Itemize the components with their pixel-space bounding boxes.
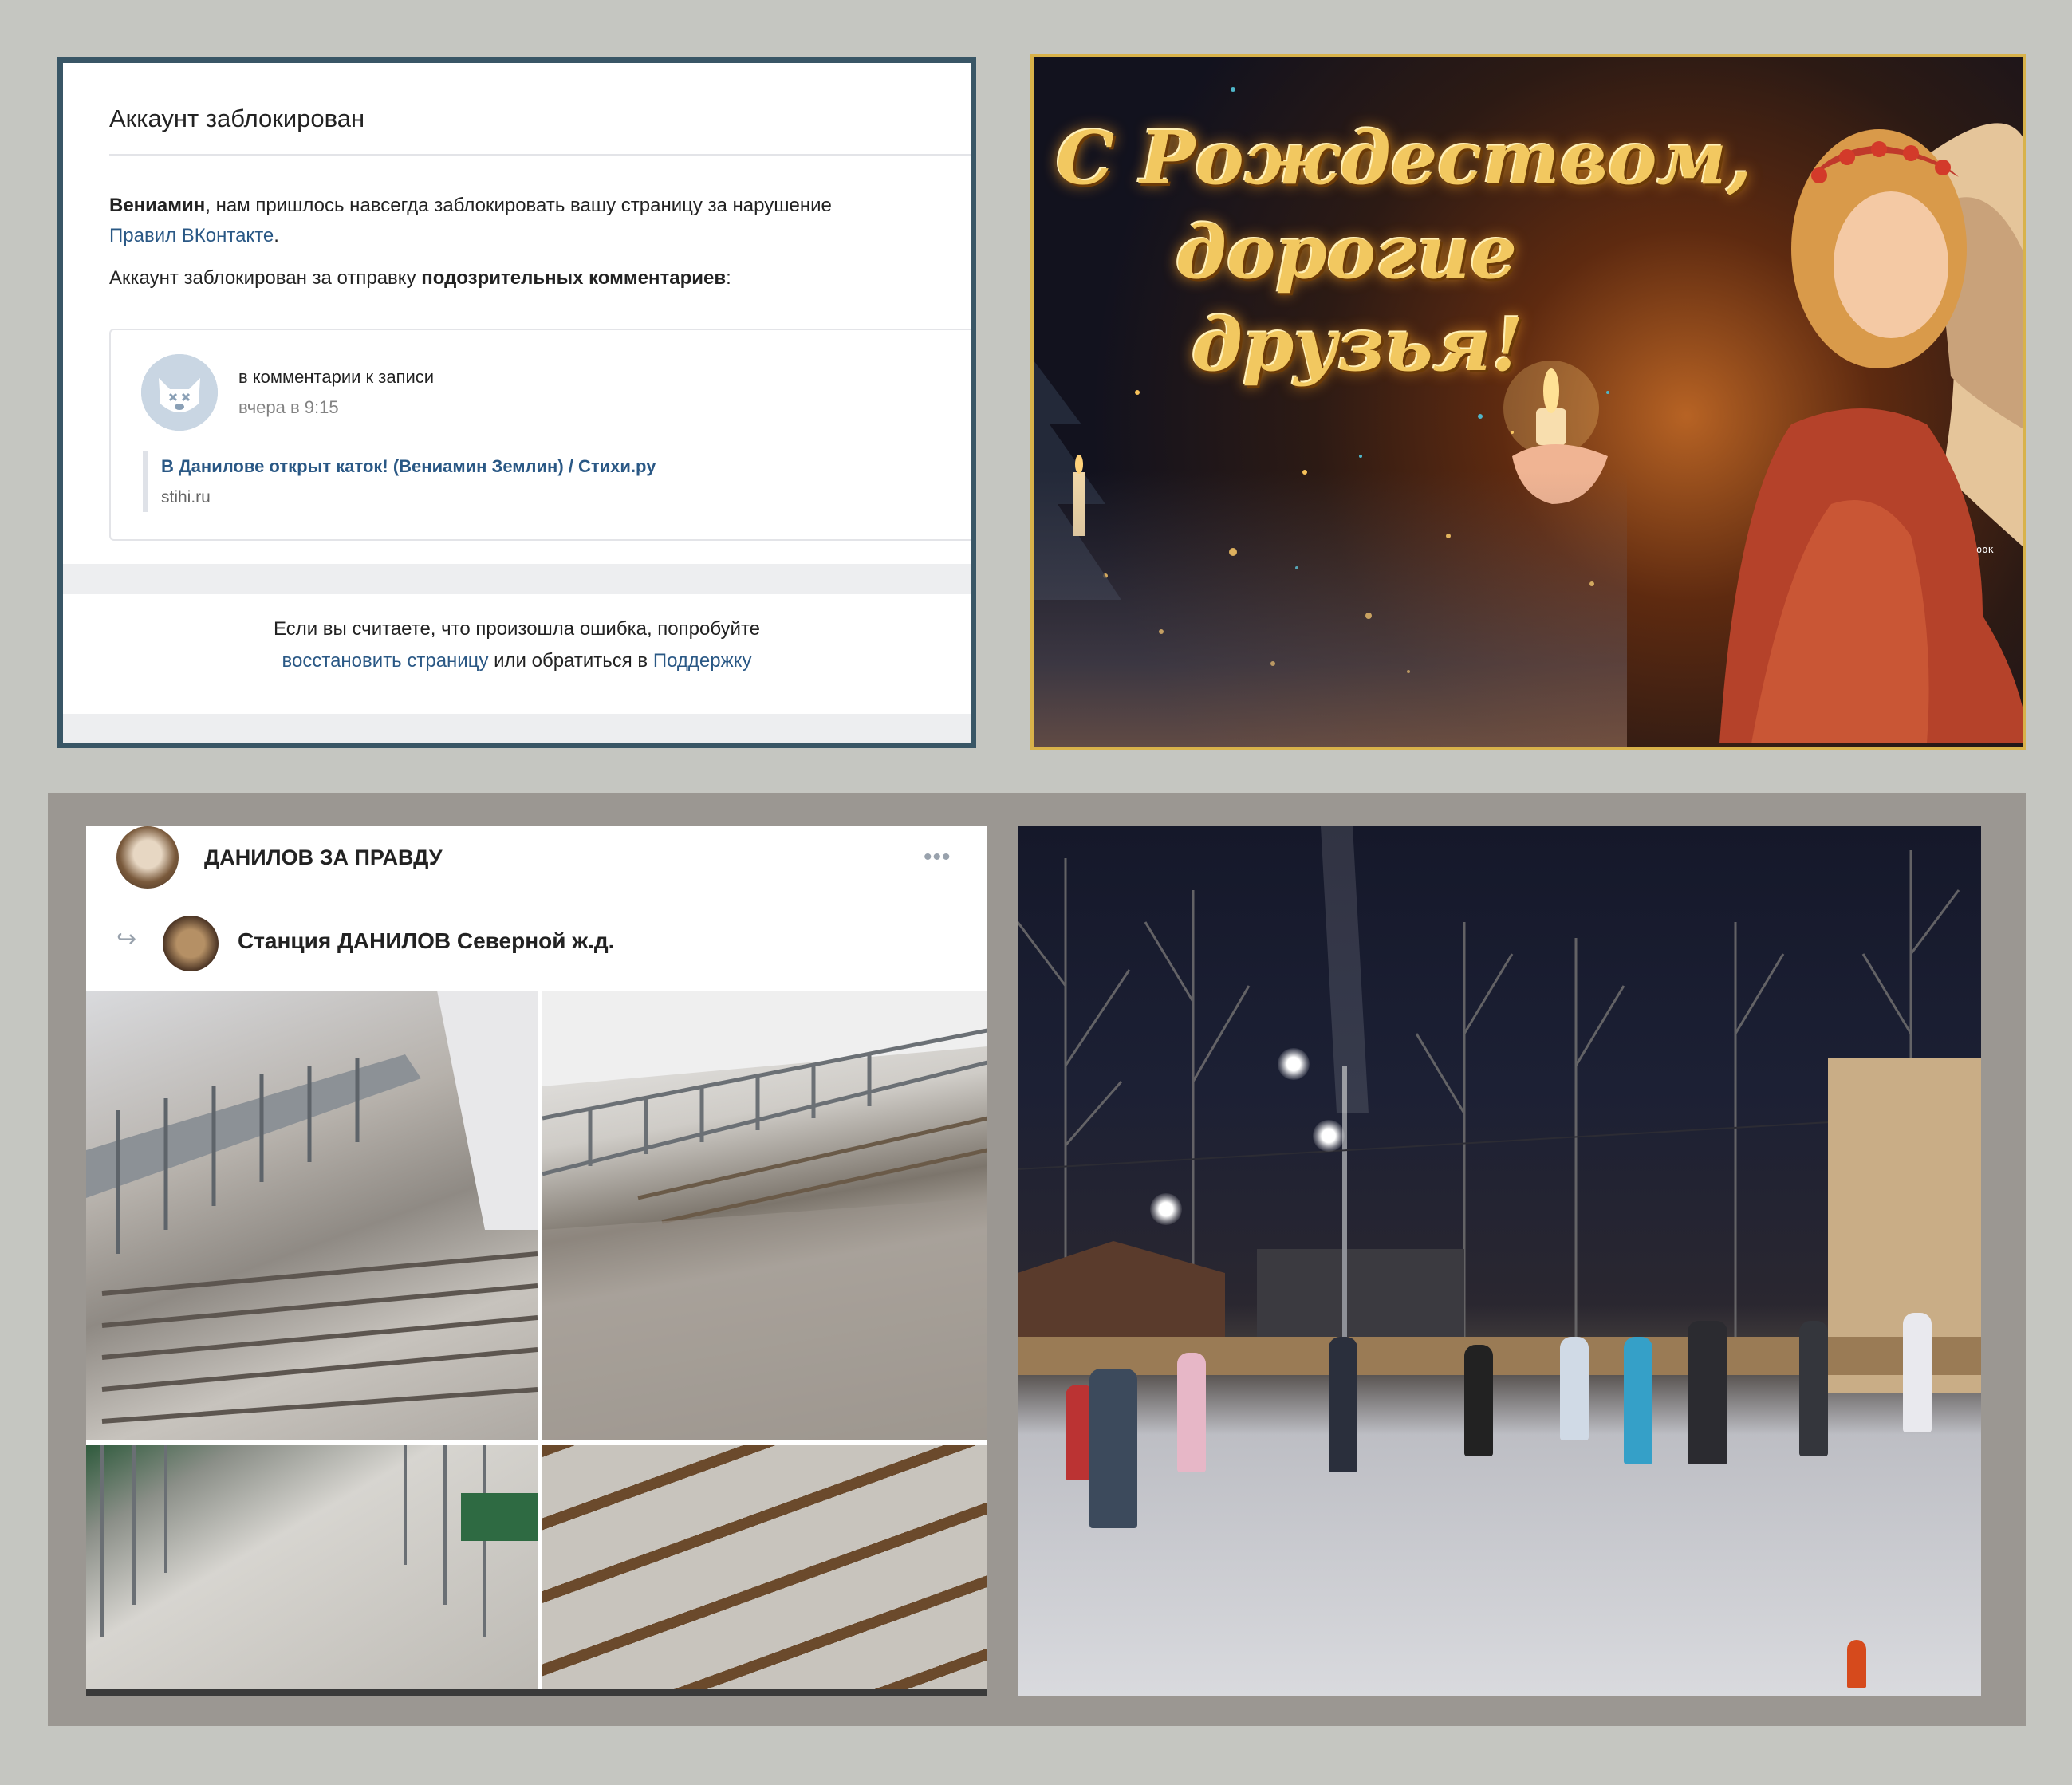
skater — [1624, 1337, 1652, 1464]
vk-post: ДАНИЛОВ ЗА ПРАВДУ ••• ↪ Станция ДАНИЛОВ … — [86, 826, 987, 1696]
post-photo-3[interactable] — [86, 1445, 538, 1689]
avatar[interactable] — [141, 354, 218, 431]
post-photo-1[interactable] — [86, 991, 538, 1440]
post-bottom-bar — [86, 1689, 987, 1696]
page-title: Аккаунт заблокирован — [109, 104, 365, 132]
stairs-railing-photo — [86, 991, 538, 1424]
rink-fence — [1018, 1337, 1981, 1375]
watermark: оок — [1976, 544, 1994, 555]
skater — [1560, 1337, 1589, 1440]
post-photo-4[interactable] — [542, 1445, 987, 1689]
block-reason-prefix: Аккаунт заблокирован за отправку — [109, 267, 422, 289]
footer-actions: восстановить страницу или обратиться в П… — [63, 650, 971, 672]
skater — [1089, 1369, 1137, 1528]
blocked-account-panel: Аккаунт заблокирован Вениамин, нам пришл… — [57, 57, 976, 748]
support-link[interactable]: Поддержку — [653, 650, 752, 672]
skater — [1464, 1345, 1493, 1456]
divider — [109, 154, 971, 156]
group-avatar[interactable] — [116, 826, 179, 889]
bottom-panel: ДАНИЛОВ ЗА ПРАВДУ ••• ↪ Станция ДАНИЛОВ … — [48, 793, 2026, 1726]
period: . — [274, 225, 279, 246]
post-photo-2[interactable] — [542, 991, 987, 1440]
skater — [1799, 1321, 1828, 1456]
post-link[interactable]: В Данилове открыт каток! (Вениамин Земли… — [161, 456, 656, 477]
block-reason-bold: подозрительных комментариев — [421, 267, 727, 289]
snow-ground — [1034, 471, 1627, 747]
christmas-card: С Рождеством, дорогие друзья! оок — [1030, 54, 2026, 750]
snowy-walkway-photo — [100, 1445, 538, 1637]
skater — [1688, 1321, 1727, 1464]
skating-rink-photo[interactable] — [1018, 826, 1981, 1696]
post-source: stihi.ru — [161, 488, 211, 506]
block-message: Вениамин, нам пришлось навсегда заблокир… — [109, 191, 947, 251]
greeting-line-2: дорогие — [1176, 209, 1518, 295]
block-message-text: , нам пришлось навсегда заблокировать ва… — [205, 195, 832, 216]
group-name[interactable]: ДАНИЛОВ ЗА ПРАВДУ — [204, 845, 443, 870]
block-reason-suffix: : — [726, 267, 731, 289]
street-lamp — [1150, 1193, 1182, 1225]
greeting-line-3: друзья! — [1192, 301, 1524, 388]
repost-icon: ↪ — [116, 926, 137, 952]
stairs-landing-photo — [542, 991, 987, 1440]
footer-text: Если вы считаете, что произошла ошибка, … — [273, 618, 761, 640]
footer-middle-text: или обратиться в — [488, 650, 653, 672]
greeting-line-1: С Рождеством, — [1056, 115, 1753, 201]
street-lamp — [1313, 1120, 1345, 1152]
comment-title: в комментарии к записи — [238, 367, 435, 387]
restore-page-link[interactable]: восстановить страницу — [282, 650, 489, 672]
skater — [1329, 1337, 1357, 1472]
deactivated-dog-icon — [141, 354, 218, 431]
source-avatar[interactable] — [163, 916, 219, 971]
skater — [1177, 1353, 1206, 1472]
footer-help: Если вы считаете, что произошла ошибка, … — [63, 594, 971, 714]
source-name[interactable]: Станция ДАНИЛОВ Северной ж.д. — [238, 928, 614, 954]
skater — [1903, 1313, 1932, 1432]
comment-card: в комментарии к записи вчера в 9:15 В Да… — [109, 329, 971, 541]
street-lamp — [1278, 1048, 1310, 1080]
blocked-account-card: Аккаунт заблокирован Вениамин, нам пришл… — [63, 63, 971, 564]
comment-time[interactable]: вчера в 9:15 — [238, 397, 339, 418]
quote-bar — [143, 451, 148, 512]
block-reason: Аккаунт заблокирован за отправку подозри… — [109, 267, 731, 290]
more-icon[interactable]: ••• — [924, 844, 951, 871]
user-name: Вениамин — [109, 195, 206, 216]
traffic-cone — [1847, 1640, 1866, 1688]
rules-link[interactable]: Правил ВКонтакте — [109, 225, 274, 246]
